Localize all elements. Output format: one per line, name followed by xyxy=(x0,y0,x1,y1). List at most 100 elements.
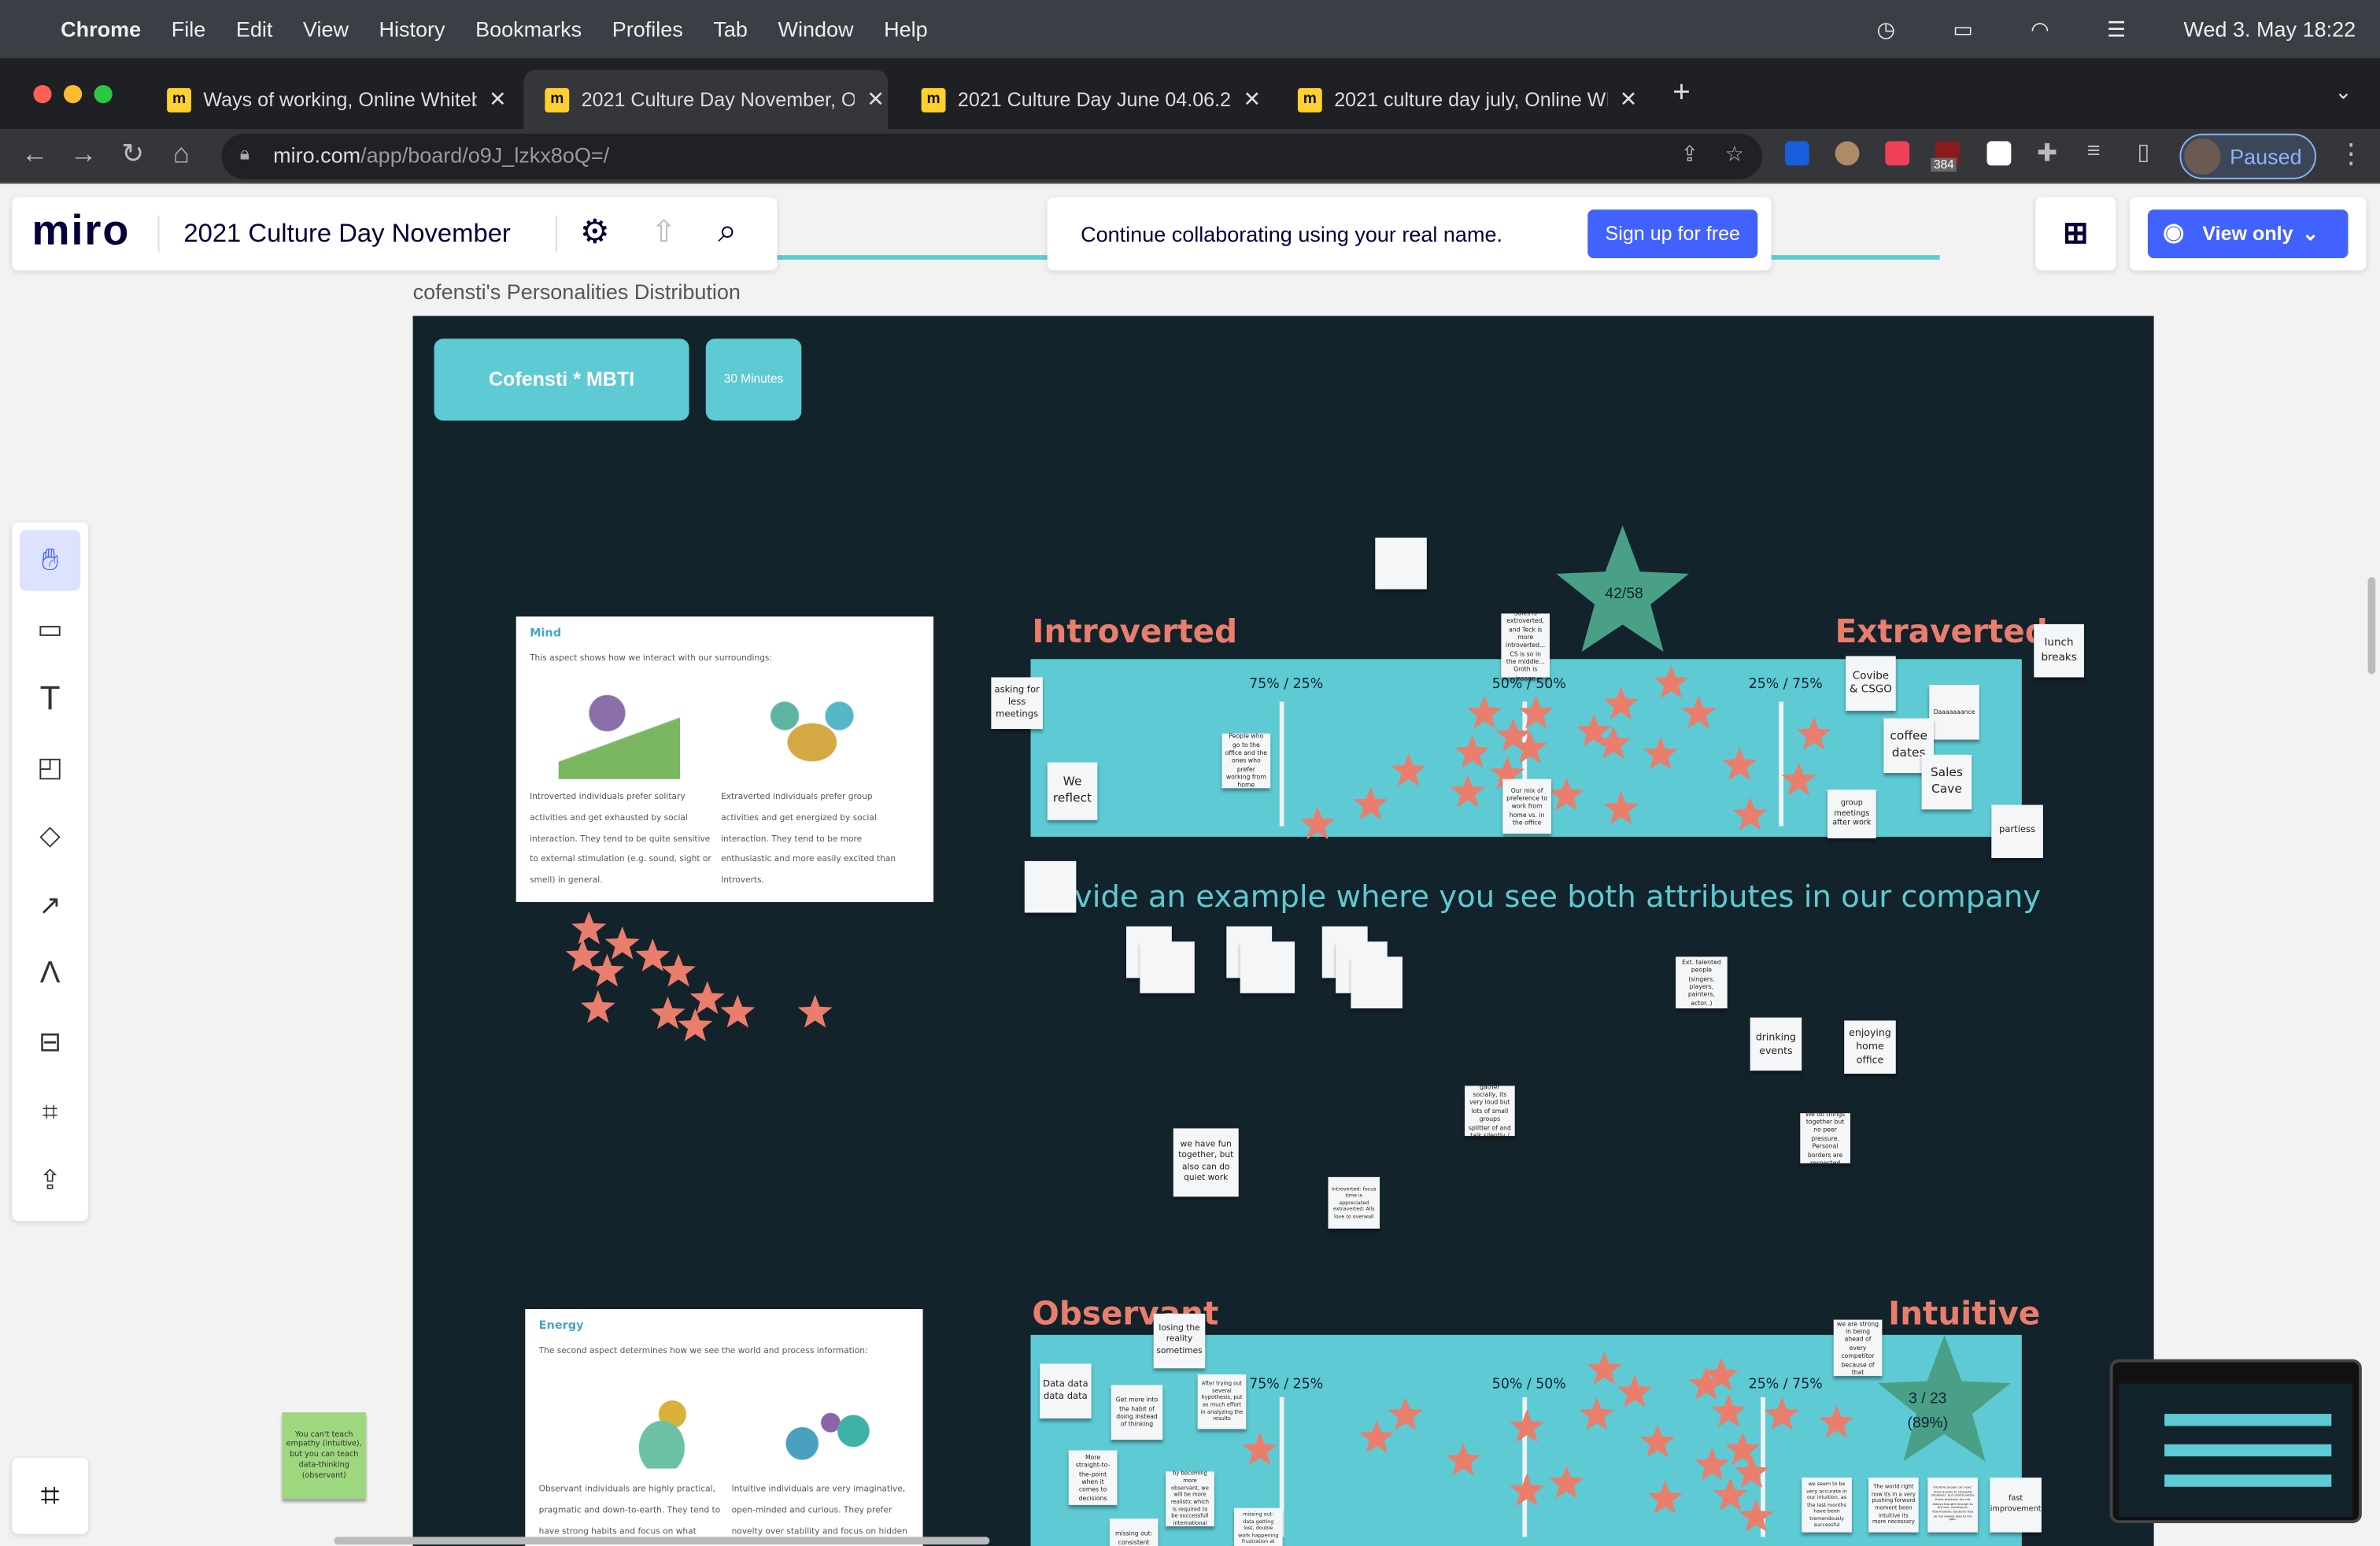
sticky-note[interactable]: fast improvement xyxy=(1990,1478,2042,1533)
sticky-note[interactable]: Our mix of preference to work from home … xyxy=(1502,779,1551,834)
sticky-note[interactable]: partiess xyxy=(1991,804,2043,859)
vote-star[interactable] xyxy=(571,911,607,945)
text-tool-icon[interactable]: T xyxy=(20,668,80,729)
vote-star[interactable] xyxy=(1510,1409,1545,1443)
vote-star[interactable] xyxy=(1300,806,1335,840)
blank-sticky[interactable] xyxy=(1375,537,1427,590)
vote-star[interactable] xyxy=(1732,797,1768,830)
vote-star[interactable] xyxy=(1739,1499,1774,1533)
frame-tool-icon[interactable]: ⌗ xyxy=(20,1082,80,1142)
sticky-note[interactable]: losing the reality sometimes xyxy=(1153,1313,1206,1369)
minimap-band xyxy=(2164,1414,2332,1426)
vote-star[interactable] xyxy=(1722,747,1757,781)
vote-star[interactable] xyxy=(1617,1374,1653,1407)
frames-panel-icon[interactable]: ⌗ xyxy=(12,1458,88,1534)
vote-star[interactable] xyxy=(1587,1352,1622,1385)
vote-star[interactable] xyxy=(1353,786,1388,820)
vote-star[interactable] xyxy=(797,994,833,1028)
minimap-band xyxy=(2164,1474,2332,1487)
vertical-scrollbar[interactable] xyxy=(2367,577,2376,675)
vote-star[interactable] xyxy=(1796,716,1831,750)
vote-star[interactable] xyxy=(678,1008,713,1041)
scale2-result-count: 3 / 23 xyxy=(1909,1391,1947,1408)
sticky-note[interactable]: by becoming more observant, we will be m… xyxy=(1166,1470,1214,1526)
sticky-note[interactable]: Ext. talented people (singers, players, … xyxy=(1676,956,1728,1009)
vote-star[interactable] xyxy=(1391,753,1426,786)
vote-star[interactable] xyxy=(580,989,615,1023)
vote-star[interactable] xyxy=(1647,1481,1683,1514)
vote-star[interactable] xyxy=(1643,736,1678,770)
vote-star[interactable] xyxy=(589,953,625,987)
blank-sticky[interactable] xyxy=(1351,956,1402,1009)
green-sticky-note[interactable]: You can't teach empathy (intuitive), but… xyxy=(282,1412,366,1500)
pen-tool-icon[interactable]: Λ xyxy=(20,943,80,1004)
vote-star[interactable] xyxy=(1388,1396,1423,1430)
vote-star[interactable] xyxy=(1549,1465,1584,1499)
vote-star[interactable] xyxy=(1454,734,1490,768)
prompt-text[interactable]: Provide an example where you see both at… xyxy=(1026,878,2041,914)
sticky-note[interactable]: The world right now its in a very pushin… xyxy=(1868,1478,1919,1533)
vote-star[interactable] xyxy=(1603,791,1639,825)
blank-sticky[interactable] xyxy=(1140,941,1195,993)
vote-star[interactable] xyxy=(1681,695,1717,729)
sticky-note[interactable]: We reflect xyxy=(1047,762,1098,820)
sticky-note[interactable]: Sales is extroverted, and Teck is more i… xyxy=(1501,608,1550,682)
vote-star[interactable] xyxy=(1242,1432,1277,1466)
sticky-note[interactable]: we seem to be very accurate in our intui… xyxy=(1802,1478,1852,1533)
shapes-tool-icon[interactable]: ◇ xyxy=(20,805,80,866)
vote-star[interactable] xyxy=(1654,665,1689,698)
blank-sticky[interactable] xyxy=(1024,860,1077,913)
connector-arrow-tool-icon[interactable]: ↗ xyxy=(20,875,80,935)
vote-star[interactable] xyxy=(1781,762,1816,796)
sticky-note[interactable]: Sales Cave xyxy=(1921,754,1972,810)
sticky-note[interactable]: missing out: consistent repetitive work xyxy=(1109,1518,1159,1546)
sticky-note[interactable]: Get more into the habit of doing instead… xyxy=(1111,1385,1163,1440)
vote-star[interactable] xyxy=(1711,1394,1746,1427)
sticky-note[interactable]: Intuitive people can react more quickly … xyxy=(1927,1478,1978,1533)
sticky-note[interactable]: asking for less meetings xyxy=(991,677,1043,730)
upload-tool-icon[interactable]: ⇪ xyxy=(20,1149,80,1210)
sticky-note[interactable]: Covibe & CSGO xyxy=(1846,656,1896,711)
sticky-note[interactable]: when we gather socially, its very loud b… xyxy=(1465,1074,1515,1147)
vote-star[interactable] xyxy=(1450,774,1485,808)
vote-star[interactable] xyxy=(604,926,640,960)
templates-tool-icon[interactable]: ⊟ xyxy=(20,1012,80,1072)
vote-star[interactable] xyxy=(1359,1419,1395,1453)
sticky-note[interactable]: People who go to the office and the ones… xyxy=(1221,732,1271,789)
vote-star[interactable] xyxy=(1549,777,1584,811)
horizontal-scrollbar[interactable] xyxy=(334,1537,990,1545)
sticky-note[interactable]: drinking events xyxy=(1750,1017,1802,1071)
vote-star[interactable] xyxy=(1467,695,1502,729)
sticky-note[interactable]: Data data data data xyxy=(1040,1363,1092,1418)
minimap[interactable] xyxy=(2109,1359,2362,1524)
sticky-note[interactable]: More straight-to-the-point when it comes… xyxy=(1068,1450,1118,1505)
left-toolbar: ✋︎ ▭ T ◰ ◇ ↗ Λ ⊟ ⌗ ⇪ xyxy=(12,522,88,1222)
vote-star[interactable] xyxy=(1603,686,1639,719)
sticky-note[interactable]: we have fun together, but also can do qu… xyxy=(1173,1128,1239,1197)
sticky-note[interactable]: missing out: data getting lost, double w… xyxy=(1233,1507,1283,1546)
vote-star[interactable] xyxy=(661,953,697,987)
vote-star[interactable] xyxy=(720,994,756,1028)
sticky-note[interactable]: We do things together but no peer pressu… xyxy=(1800,1110,1850,1167)
vote-star[interactable] xyxy=(1446,1442,1481,1476)
vote-star[interactable] xyxy=(1725,1432,1760,1466)
vote-star[interactable] xyxy=(1640,1424,1675,1458)
vote-star[interactable] xyxy=(1518,695,1554,729)
vote-star[interactable] xyxy=(1819,1404,1854,1438)
sticky-note[interactable]: Daaaaaaance xyxy=(1929,685,1979,740)
sticky-note[interactable]: Introverted: focus time is appreciated e… xyxy=(1328,1177,1380,1229)
sticky-note[interactable]: enjoying home office xyxy=(1844,1020,1896,1074)
sticky-note[interactable]: After trying out several hypothesis, put… xyxy=(1197,1374,1247,1429)
sticky-note-tool-icon[interactable]: ◰ xyxy=(20,737,80,797)
sticky-note[interactable]: group meetings after work xyxy=(1827,790,1876,838)
blank-sticky[interactable] xyxy=(1240,941,1295,993)
vote-star[interactable] xyxy=(1694,1447,1730,1481)
vote-star[interactable] xyxy=(1765,1396,1800,1430)
vote-star[interactable] xyxy=(1579,1396,1614,1430)
vote-star[interactable] xyxy=(650,996,686,1030)
comment-tool-icon[interactable]: ▭ xyxy=(20,598,80,659)
sticky-note[interactable]: we are strong in being ahead of every co… xyxy=(1833,1319,1883,1376)
sticky-note[interactable]: lunch breaks xyxy=(2034,623,2084,678)
vote-star[interactable] xyxy=(1510,1473,1545,1507)
hand-tool-icon[interactable]: ✋︎ xyxy=(20,530,81,591)
